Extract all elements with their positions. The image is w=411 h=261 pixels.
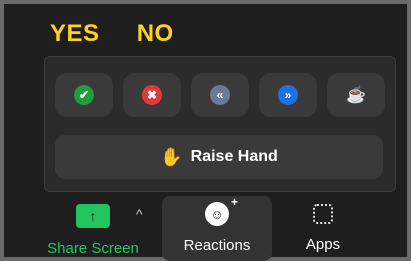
reactions-panel: ✔ ✖ « » ☕ ✋ Raise Hand (44, 56, 396, 192)
no-reaction-button[interactable]: ✖ (123, 73, 181, 117)
faster-reaction-button[interactable]: » (259, 73, 317, 117)
no-label: NO (136, 20, 174, 47)
slower-reaction-button[interactable]: « (191, 73, 249, 117)
yes-label: YES (50, 20, 100, 47)
raise-hand-label: Raise Hand (190, 148, 278, 165)
zoom-reactions-window: YES NO ✔ ✖ « » ☕ ✋ Raise Hand ↑ Share Sc… (0, 0, 411, 261)
apps-icon (313, 204, 333, 224)
coffee-reaction-button[interactable]: ☕ (327, 73, 385, 117)
share-screen-label: Share Screen (47, 240, 139, 257)
raised-hand-icon: ✋ (160, 146, 183, 167)
share-screen-icon: ↑ (76, 204, 110, 228)
apps-label: Apps (305, 236, 341, 253)
apps-button[interactable]: Apps (288, 204, 358, 253)
x-icon: ✖ (142, 85, 162, 105)
coffee-icon: ☕ (346, 87, 366, 104)
meeting-toolbar: ↑ Share Screen ^ ☺ + Reactions Apps (4, 195, 407, 261)
smiley-icon: ☺ + (205, 195, 238, 226)
check-icon: ✔ (74, 85, 94, 105)
plus-icon: + (230, 195, 238, 209)
raise-hand-button[interactable]: ✋ Raise Hand (55, 135, 383, 179)
yes-no-labels: YES NO (50, 20, 204, 48)
share-screen-button[interactable]: ↑ Share Screen (38, 204, 148, 257)
yes-reaction-button[interactable]: ✔ (55, 73, 113, 117)
reactions-button[interactable]: ☺ + Reactions (162, 195, 272, 261)
share-options-chevron-icon[interactable]: ^ (136, 206, 143, 222)
reactions-label: Reactions (183, 237, 251, 254)
fast-forward-icon: » (278, 85, 298, 105)
rewind-icon: « (210, 85, 230, 105)
